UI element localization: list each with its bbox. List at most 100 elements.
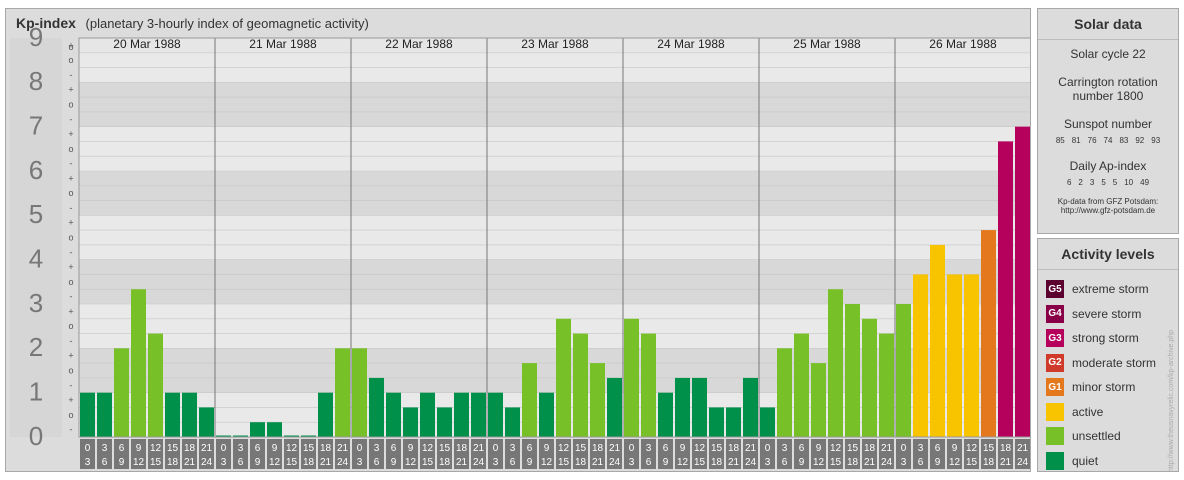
interval-start-label: 0 xyxy=(85,443,91,454)
interval-end-label: 12 xyxy=(133,457,145,468)
legend-label: minor storm xyxy=(1072,380,1136,394)
kp-bar xyxy=(658,392,673,437)
chart-subtitle: (planetary 3-hourly index of geomagnetic… xyxy=(85,16,369,31)
interval-start-label: 3 xyxy=(374,443,380,454)
interval-start-label: 6 xyxy=(799,443,805,454)
interval-end-label: 18 xyxy=(303,457,315,468)
third-marker: - xyxy=(70,292,73,302)
legend-swatch: G3 xyxy=(1046,329,1064,347)
kp-bar xyxy=(641,333,656,437)
carrington-line-2: number 1800 xyxy=(1072,89,1144,103)
legend-label: quiet xyxy=(1072,453,1099,468)
interval-end-label: 15 xyxy=(422,457,434,468)
interval-start-label: 0 xyxy=(221,443,227,454)
legend-swatch xyxy=(1046,427,1064,445)
interval-start-label: 0 xyxy=(493,443,499,454)
day-label: 26 Mar 1988 xyxy=(929,37,997,51)
kp-bar xyxy=(862,318,877,437)
legend-item: G5 extreme storm xyxy=(1046,279,1149,299)
sunspot-label: Sunspot number xyxy=(1063,117,1153,131)
third-marker: o xyxy=(68,42,73,52)
interval-end-label: 21 xyxy=(184,457,196,468)
interval-start-label: 9 xyxy=(408,443,414,454)
interval-end-label: 18 xyxy=(983,457,995,468)
legend-swatch: G5 xyxy=(1046,280,1064,298)
third-marker: o xyxy=(68,321,73,331)
kp-bar xyxy=(539,392,554,437)
interval-start-label: 18 xyxy=(592,443,604,454)
legend-item: G2 moderate storm xyxy=(1046,353,1156,373)
interval-start-label: 15 xyxy=(167,443,179,454)
y-tick-label: 0 xyxy=(29,421,43,451)
interval-start-label: 6 xyxy=(119,443,125,454)
third-marker: + xyxy=(68,218,73,228)
interval-start-label: 6 xyxy=(391,443,397,454)
interval-start-label: 6 xyxy=(255,443,261,454)
kp-bar xyxy=(505,407,520,437)
third-marker: - xyxy=(70,159,73,169)
interval-end-label: 12 xyxy=(405,457,417,468)
interval-end-label: 21 xyxy=(320,457,332,468)
solar-data-heading: Solar data xyxy=(1038,9,1178,40)
kp-band xyxy=(79,259,1030,304)
legend-label: active xyxy=(1072,404,1104,419)
interval-start-label: 21 xyxy=(337,443,349,454)
kp-bar xyxy=(199,407,214,437)
y-tick-label: 7 xyxy=(29,111,43,141)
y-tick-label: 4 xyxy=(29,244,43,274)
interval-end-label: 21 xyxy=(592,457,604,468)
interval-end-label: 18 xyxy=(847,457,859,468)
interval-start-label: 18 xyxy=(456,443,468,454)
legend-swatch: G4 xyxy=(1046,304,1064,323)
interval-end-label: 15 xyxy=(558,457,570,468)
legend-item: G3 strong storm xyxy=(1046,328,1139,348)
interval-start-label: 6 xyxy=(935,443,941,454)
interval-end-label: 9 xyxy=(527,457,533,468)
ap-value: 10 xyxy=(1124,178,1134,187)
legend-item: active xyxy=(1046,402,1103,422)
kp-bar xyxy=(369,377,384,437)
chart-title: Kp-index xyxy=(16,15,76,31)
day-label: 20 Mar 1988 xyxy=(113,37,181,51)
day-label: 22 Mar 1988 xyxy=(385,37,453,51)
interval-start-label: 0 xyxy=(901,443,907,454)
interval-start-label: 0 xyxy=(629,443,635,454)
carrington-line-1: Carrington rotation xyxy=(1058,75,1158,89)
interval-end-label: 24 xyxy=(337,457,349,468)
third-marker: o xyxy=(68,188,73,198)
interval-end-label: 21 xyxy=(456,457,468,468)
third-marker: o xyxy=(68,144,73,154)
solar-cycle: Solar cycle 22 xyxy=(1070,47,1146,61)
third-marker: o xyxy=(68,100,73,110)
legend-label: moderate storm xyxy=(1072,355,1157,370)
sunspot-value: 92 xyxy=(1135,136,1145,145)
source-line-1: Kp-data from GFZ Potsdam: xyxy=(1057,197,1159,206)
interval-end-label: 12 xyxy=(677,457,689,468)
third-marker: + xyxy=(68,173,73,183)
interval-end-label: 12 xyxy=(269,457,281,468)
interval-end-label: 24 xyxy=(201,457,213,468)
interval-start-label: 6 xyxy=(663,443,669,454)
third-marker: + xyxy=(68,129,73,139)
interval-start-label: 6 xyxy=(527,443,533,454)
credit-text: http://www.theusnavyrelic.com/kp-archive… xyxy=(1168,329,1175,472)
interval-end-label: 21 xyxy=(1000,457,1012,468)
third-marker: o xyxy=(68,277,73,287)
day-label: 24 Mar 1988 xyxy=(657,37,725,51)
interval-start-label: 3 xyxy=(646,443,652,454)
kp-chart: 0123456789-o+-o+-o+-o+-o+-o+-o+-o+-o+o 20… xyxy=(10,22,1030,469)
interval-start-label: 21 xyxy=(1017,443,1029,454)
kp-bar xyxy=(811,363,826,437)
interval-start-label: 9 xyxy=(136,443,142,454)
ap-value: 3 xyxy=(1089,178,1095,187)
legend-label: strong storm xyxy=(1072,331,1139,345)
interval-start-label: 21 xyxy=(473,443,485,454)
kp-bar xyxy=(760,407,775,437)
kp-bar xyxy=(1015,126,1030,438)
y-tick-label: 8 xyxy=(29,66,43,96)
interval-end-label: 15 xyxy=(966,457,978,468)
kp-bar xyxy=(675,377,690,437)
interval-start-label: 9 xyxy=(680,443,686,454)
interval-end-label: 3 xyxy=(357,457,363,468)
interval-start-label: 21 xyxy=(881,443,893,454)
